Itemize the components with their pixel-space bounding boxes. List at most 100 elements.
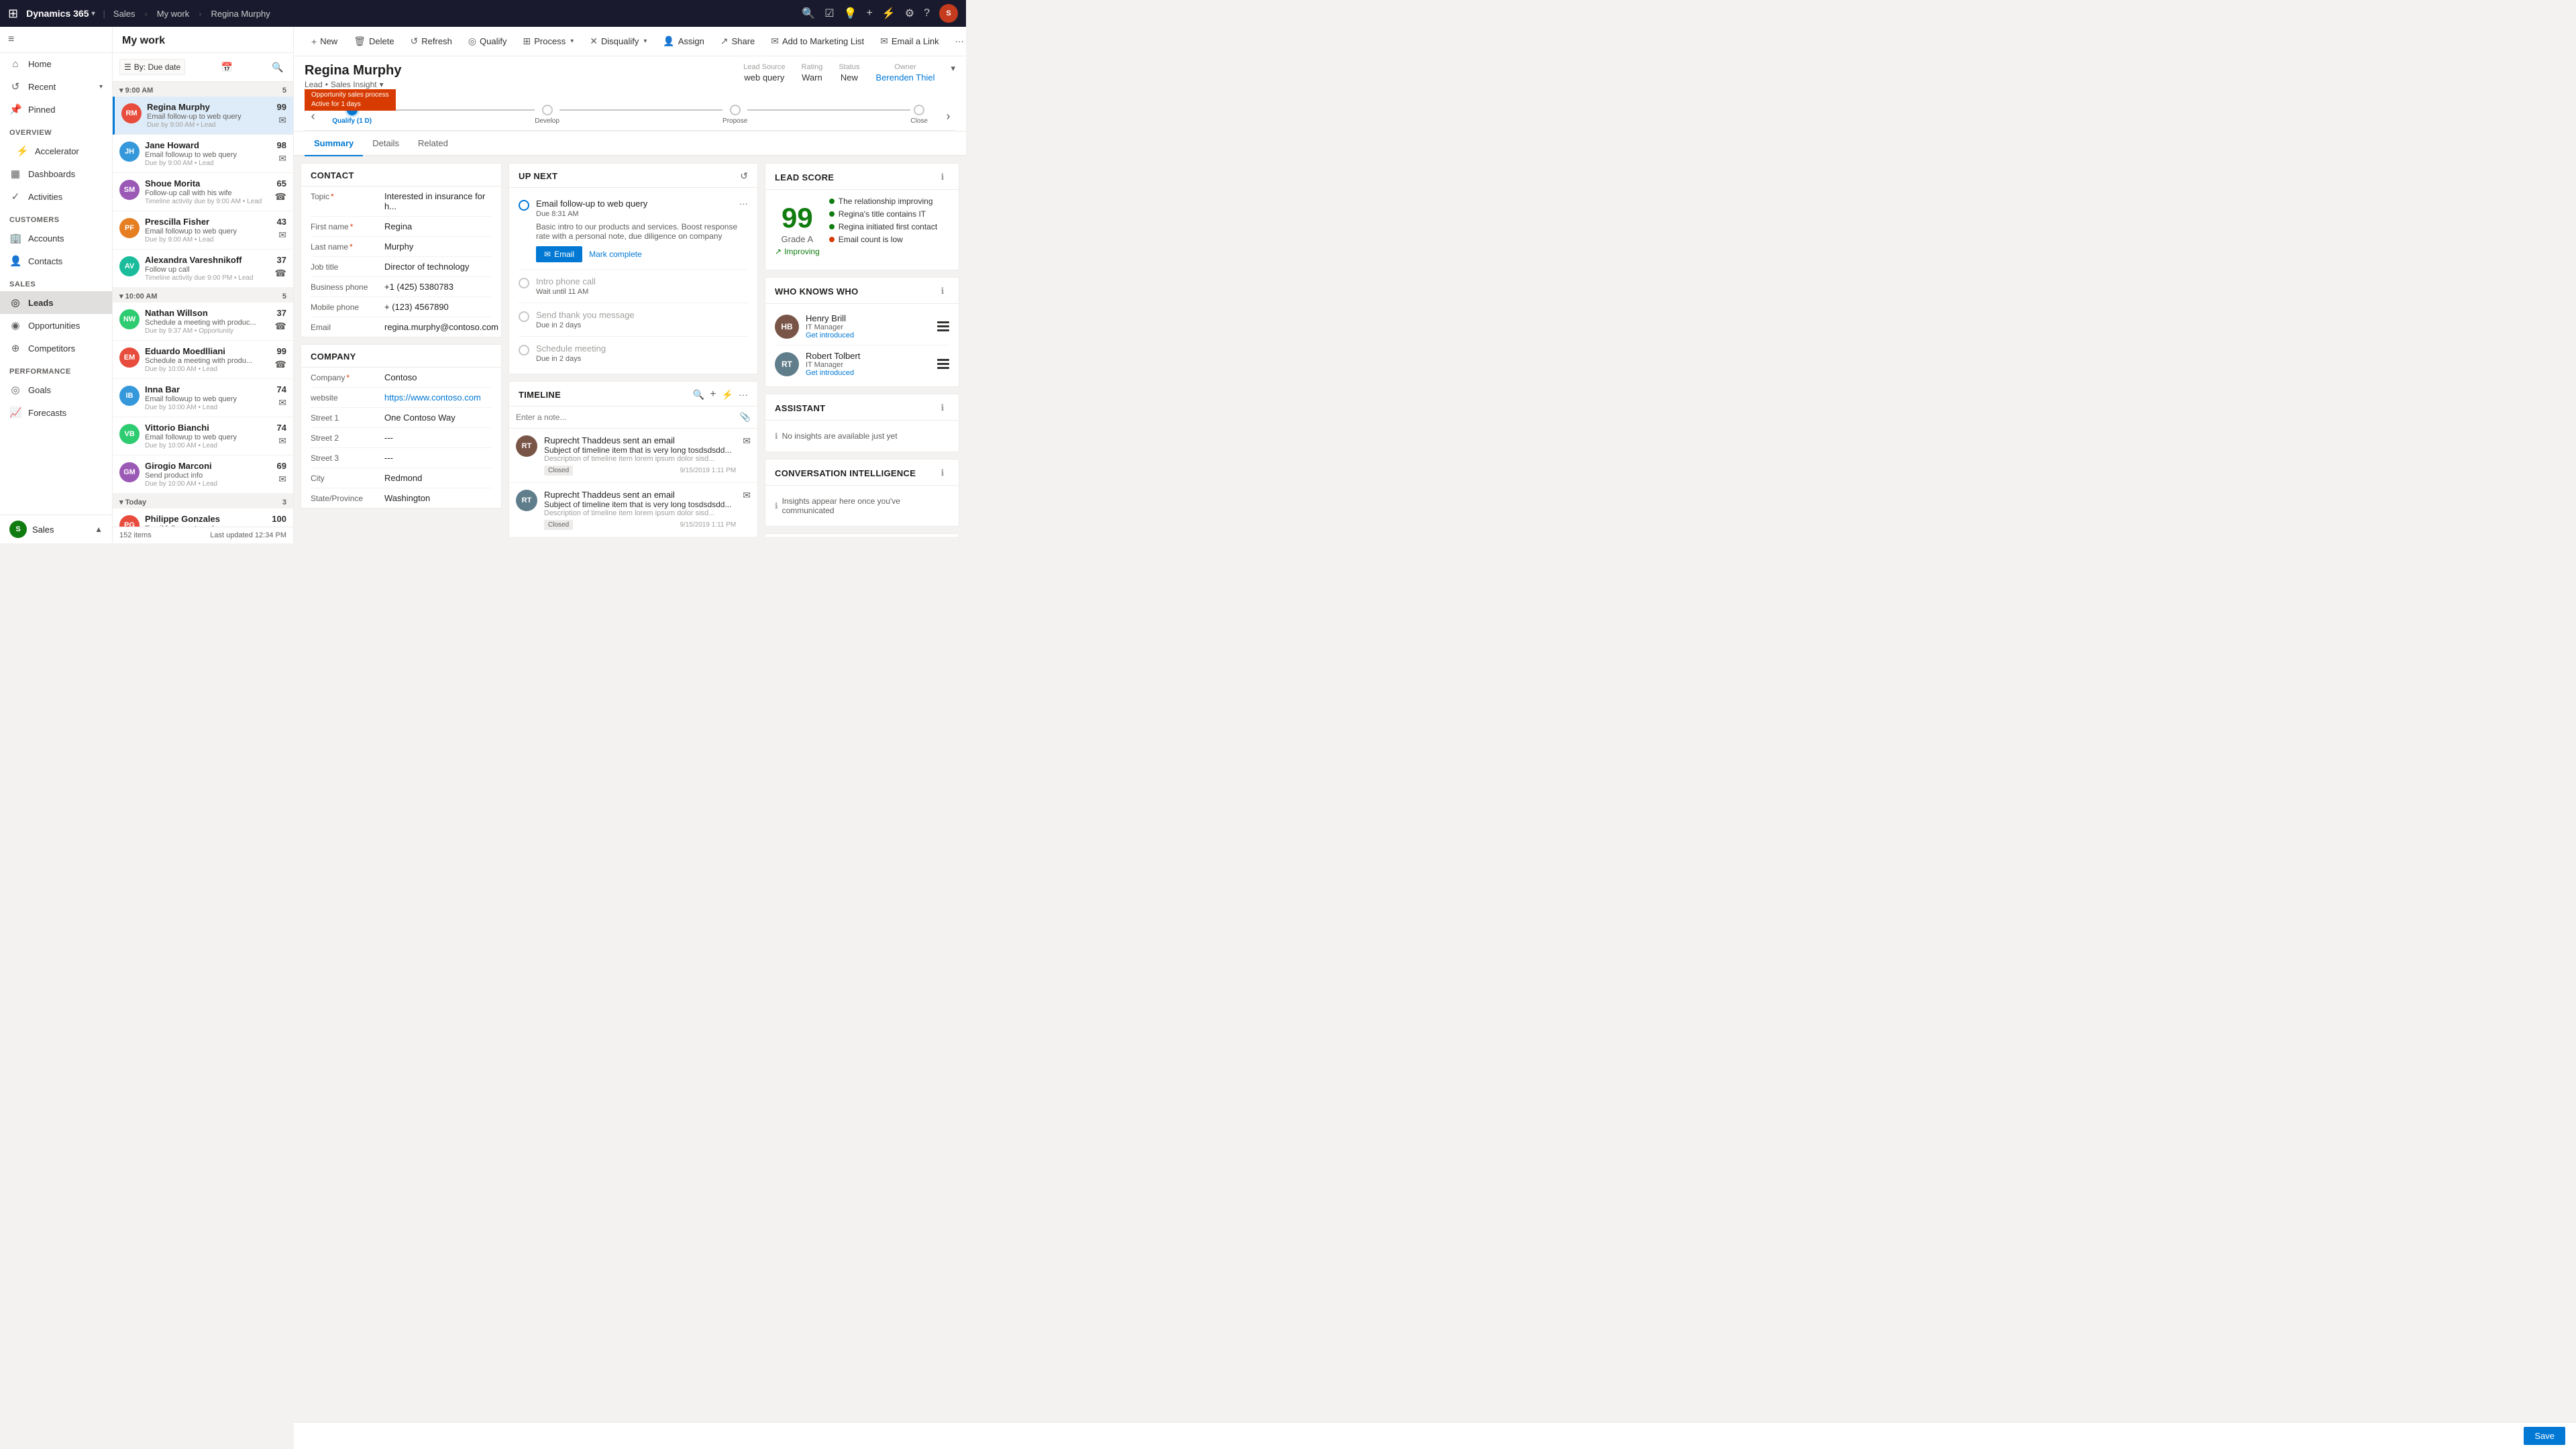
timeline-filter-icon[interactable]: ⚡	[722, 389, 733, 400]
work-item-pf-action-icon[interactable]: ✉	[278, 229, 286, 241]
stage-propose[interactable]: Propose	[722, 105, 747, 125]
stage-close[interactable]: Close	[910, 105, 928, 125]
brand-chevron-icon[interactable]: ▾	[92, 10, 95, 17]
up-next-radio-3[interactable]	[519, 311, 529, 322]
search-icon[interactable]: 🔍	[802, 7, 815, 20]
tasks-icon[interactable]: ☑	[824, 7, 834, 20]
field-website-value[interactable]: https://www.contoso.com	[384, 392, 492, 402]
tab-details[interactable]: Details	[363, 131, 409, 156]
field-city-value[interactable]: Redmond	[384, 473, 492, 483]
sidebar-item-competitors[interactable]: ⊕ Competitors	[0, 337, 112, 360]
calendar-icon-btn[interactable]: 📅	[219, 58, 236, 76]
question-icon[interactable]: ?	[924, 7, 930, 19]
breadcrumb-mywork[interactable]: My work	[157, 9, 189, 19]
timeline-more-icon[interactable]: ···	[739, 389, 748, 400]
user-avatar[interactable]: S	[939, 4, 958, 23]
work-item-sm[interactable]: SM Shoue Morita Follow-up call with his …	[113, 173, 293, 211]
filter-icon[interactable]: ⚡	[882, 7, 896, 20]
sidebar-item-opportunities[interactable]: ◉ Opportunities	[0, 314, 112, 337]
waffle-icon[interactable]: ⊞	[8, 7, 18, 21]
work-item-rm-action-icon[interactable]: ✉	[278, 115, 286, 126]
field-firstname-value[interactable]: Regina	[384, 221, 492, 231]
subtitle-chevron-icon[interactable]: ▾	[380, 80, 384, 89]
help-icon[interactable]: 💡	[844, 7, 857, 20]
timeline-attach-icon[interactable]: 📎	[740, 412, 751, 423]
work-item-gm-action-icon[interactable]: ✉	[278, 474, 286, 485]
up-next-radio-2[interactable]	[519, 278, 529, 288]
work-item-nw-action-icon[interactable]: ☎	[275, 321, 286, 332]
work-item-av-action-icon[interactable]: ☎	[275, 268, 286, 279]
sidebar-item-forecasts[interactable]: 📈 Forecasts	[0, 401, 112, 424]
up-next-radio-4[interactable]	[519, 345, 529, 356]
tab-summary[interactable]: Summary	[305, 131, 363, 156]
record-meta-expand[interactable]: ▾	[951, 63, 955, 74]
field-lastname-value[interactable]: Murphy	[384, 241, 492, 252]
process-nav-left-btn[interactable]: ‹	[305, 109, 319, 130]
stage-develop[interactable]: Develop	[535, 105, 559, 125]
field-street3-value[interactable]: ---	[384, 453, 492, 463]
refresh-button[interactable]: ↺ Refresh	[404, 27, 459, 56]
process-button[interactable]: ⊞ Process	[517, 27, 581, 56]
work-item-gm[interactable]: GM Girogio Marconi Send product info Due…	[113, 455, 293, 494]
timeline-add-icon[interactable]: +	[710, 388, 716, 400]
sidebar-item-leads[interactable]: ◎ Leads	[0, 291, 112, 314]
wkw-person-1-link[interactable]: Get introduced	[806, 331, 930, 339]
new-button[interactable]: + New	[305, 27, 344, 56]
work-item-pf[interactable]: PF Prescilla Fisher Email followup to we…	[113, 211, 293, 250]
work-item-ib-action-icon[interactable]: ✉	[278, 397, 286, 409]
share-button[interactable]: ↗ Share	[714, 27, 761, 56]
work-item-nw[interactable]: NW Nathan Willson Schedule a meeting wit…	[113, 303, 293, 341]
search-list-icon-btn[interactable]: 🔍	[269, 58, 286, 76]
wkw-person-1-bars[interactable]	[937, 321, 949, 331]
sidebar-item-home[interactable]: ⌂ Home	[0, 53, 112, 75]
field-company-value[interactable]: Contoso	[384, 372, 492, 382]
more-button[interactable]: ···	[949, 27, 966, 56]
mark-complete-button[interactable]: Mark complete	[589, 250, 642, 259]
up-next-radio-1[interactable]	[519, 200, 529, 211]
work-item-pg[interactable]: PG Philippe Gonzales Email followup to w…	[113, 508, 293, 527]
work-item-jh-action-icon[interactable]: ✉	[278, 153, 286, 164]
assistant-info-icon[interactable]: ℹ	[936, 401, 949, 415]
work-item-vb-action-icon[interactable]: ✉	[278, 435, 286, 447]
tab-related[interactable]: Related	[409, 131, 458, 156]
work-item-jh[interactable]: JH Jane Howard Email followup to web que…	[113, 135, 293, 173]
disqualify-button[interactable]: ✕ Disqualify	[583, 27, 653, 56]
add-icon[interactable]: +	[866, 7, 872, 19]
sidebar-user-avatar[interactable]: S	[9, 521, 27, 538]
work-item-rm[interactable]: RM Regina Murphy Email follow-up to web …	[113, 97, 293, 135]
field-topic-value[interactable]: Interested in insurance for h...	[384, 191, 492, 211]
work-item-sm-action-icon[interactable]: ☎	[275, 191, 286, 203]
sidebar-item-activities[interactable]: ✓ Activities	[0, 185, 112, 208]
settings-icon[interactable]: ⚙	[905, 7, 914, 20]
sidebar-user-expand-icon[interactable]: ▲	[95, 525, 103, 534]
field-street1-value[interactable]: One Contoso Way	[384, 413, 492, 423]
delete-button[interactable]: 🗑 Delete	[347, 27, 400, 56]
up-next-refresh-icon[interactable]: ↺	[740, 170, 748, 182]
qualify-button[interactable]: ◎ Qualify	[462, 27, 514, 56]
timeline-search-icon[interactable]: 🔍	[693, 389, 704, 400]
sidebar-item-accounts[interactable]: 🏢 Accounts	[0, 227, 112, 250]
timeline-note-input[interactable]	[516, 413, 735, 422]
field-street2-value[interactable]: ---	[384, 433, 492, 443]
email-button[interactable]: ✉ Email	[536, 246, 582, 262]
field-businessphone-value[interactable]: +1 (425) 5380783	[384, 282, 492, 292]
module-label[interactable]: Sales	[113, 9, 136, 19]
filter-button[interactable]: ☰ By: Due date	[119, 59, 185, 75]
lead-score-info-icon[interactable]: ℹ	[936, 170, 949, 184]
work-item-ib[interactable]: IB Inna Bar Email followup to web query …	[113, 379, 293, 417]
process-nav-right-btn[interactable]: ›	[941, 109, 955, 130]
field-email-value[interactable]: regina.murphy@contoso.com	[384, 322, 498, 332]
conv-intelligence-info-icon[interactable]: ℹ	[936, 466, 949, 480]
owner-value[interactable]: Berenden Thiel	[876, 72, 935, 83]
sidebar-item-recent[interactable]: ↺ Recent ▾	[0, 75, 112, 98]
work-item-em-action-icon[interactable]: ☎	[275, 359, 286, 370]
sidebar-item-dashboards[interactable]: ▦ Dashboards	[0, 162, 112, 185]
field-state-value[interactable]: Washington	[384, 493, 492, 503]
who-knows-who-info-icon[interactable]: ℹ	[936, 284, 949, 298]
work-item-vb[interactable]: VB Vittorio Bianchi Email followup to we…	[113, 417, 293, 455]
add-marketing-button[interactable]: ✉ Add to Marketing List	[764, 27, 871, 56]
sidebar-item-pinned[interactable]: 📌 Pinned	[0, 98, 112, 121]
sidebar-item-accelerator[interactable]: ⚡ Accelerator	[0, 140, 112, 162]
field-jobtitle-value[interactable]: Director of technology	[384, 262, 492, 272]
sidebar-item-contacts[interactable]: 👤 Contacts	[0, 250, 112, 272]
